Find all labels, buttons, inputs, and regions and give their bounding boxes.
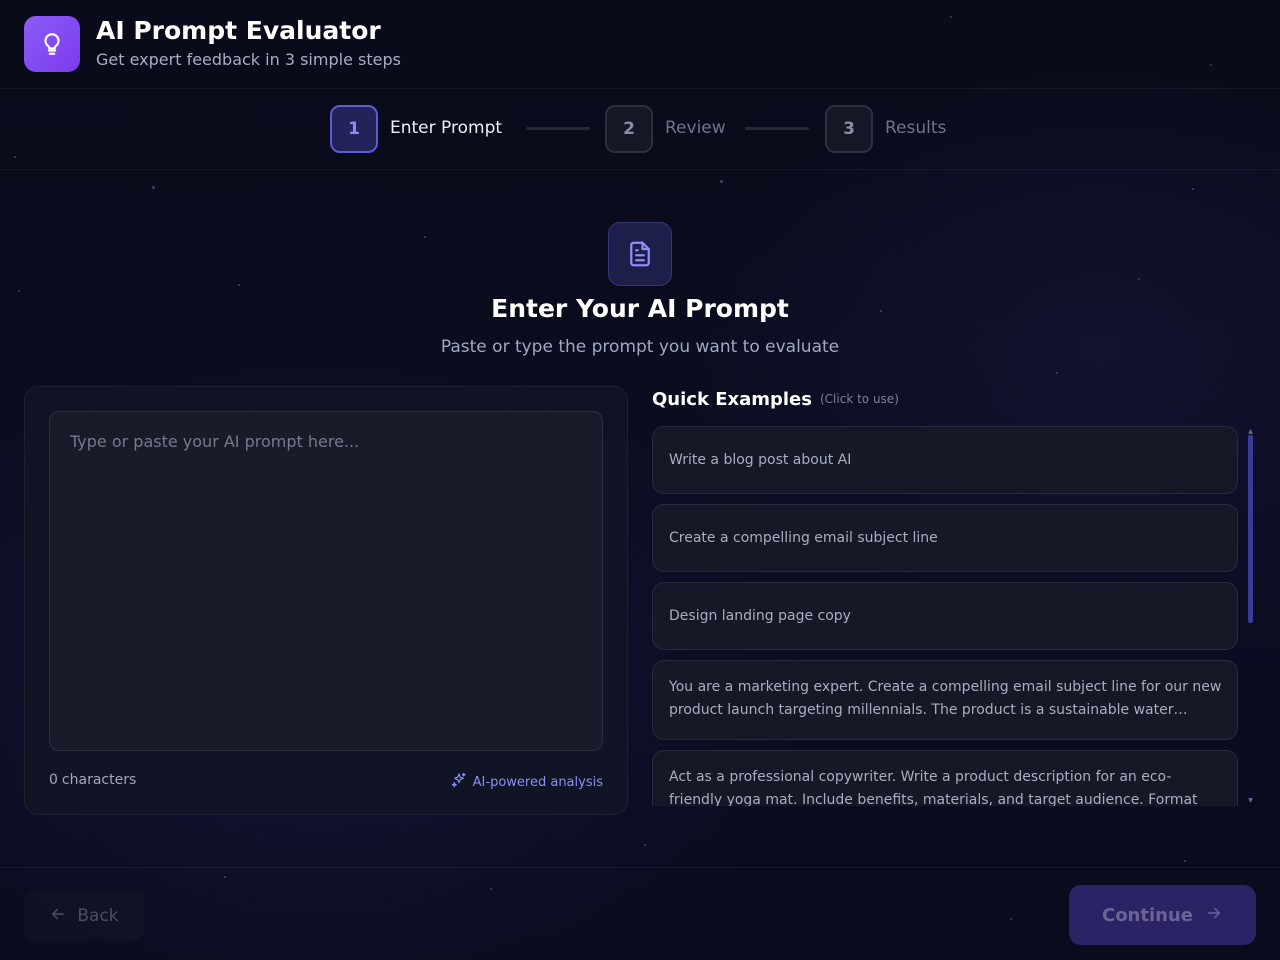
continue-label: Continue bbox=[1101, 904, 1193, 926]
example-card[interactable]: Create a compelling email subject line bbox=[652, 504, 1238, 572]
sparkles-icon bbox=[451, 772, 467, 792]
step-2-number[interactable]: 2 bbox=[605, 105, 653, 153]
stepper: 1 Enter Prompt 2 Review 3 Results bbox=[0, 89, 1280, 170]
example-card[interactable]: Act as a professional copywriter. Write … bbox=[652, 750, 1238, 806]
step-connector bbox=[526, 127, 590, 130]
star bbox=[1138, 278, 1140, 280]
document-icon bbox=[608, 222, 672, 286]
star bbox=[1056, 372, 1058, 374]
star bbox=[1192, 188, 1194, 190]
example-text: Create a compelling email subject line bbox=[669, 530, 938, 546]
example-card[interactable]: Write a blog post about AI bbox=[652, 426, 1238, 494]
star bbox=[238, 284, 240, 286]
star bbox=[720, 180, 723, 183]
app-title: AI Prompt Evaluator bbox=[96, 16, 381, 45]
prompt-input[interactable] bbox=[49, 411, 603, 751]
scroll-down-icon[interactable]: ▼ bbox=[1247, 798, 1254, 804]
example-text: Design landing page copy bbox=[669, 608, 851, 624]
step-1-label[interactable]: Enter Prompt bbox=[390, 118, 502, 138]
step-3-number[interactable]: 3 bbox=[825, 105, 873, 153]
step-connector bbox=[745, 127, 809, 130]
character-count-unit: characters bbox=[61, 772, 137, 788]
character-count: 0 characters bbox=[49, 772, 136, 788]
examples-hint: (Click to use) bbox=[820, 392, 899, 406]
arrow-left-icon bbox=[49, 905, 67, 928]
footer: Back Continue bbox=[0, 867, 1280, 960]
character-count-value: 0 bbox=[49, 772, 58, 788]
star bbox=[18, 290, 20, 292]
back-button[interactable]: Back bbox=[24, 892, 144, 940]
example-text: Write a blog post about AI bbox=[669, 452, 852, 468]
page-title: Enter Your AI Prompt bbox=[491, 294, 789, 323]
example-text: Act as a professional copywriter. Write … bbox=[669, 769, 1198, 806]
example-card[interactable]: You are a marketing expert. Create a com… bbox=[652, 660, 1238, 740]
app-header: AI Prompt Evaluator Get expert feedback … bbox=[0, 0, 1280, 89]
example-text: You are a marketing expert. Create a com… bbox=[669, 679, 1222, 718]
example-card[interactable]: Design landing page copy bbox=[652, 582, 1238, 650]
star bbox=[424, 236, 426, 238]
step-3-label[interactable]: Results bbox=[885, 118, 946, 138]
scrollbar-thumb[interactable] bbox=[1248, 435, 1253, 623]
back-label: Back bbox=[77, 906, 119, 926]
ai-powered-badge: AI-powered analysis bbox=[451, 772, 603, 792]
lightbulb-icon bbox=[24, 16, 80, 72]
examples-scrollbar[interactable]: ▲ ▼ bbox=[1247, 429, 1254, 804]
ai-powered-label: AI-powered analysis bbox=[472, 774, 603, 790]
arrow-right-icon bbox=[1205, 904, 1223, 927]
star bbox=[1184, 860, 1186, 862]
step-1-number[interactable]: 1 bbox=[330, 105, 378, 153]
prompt-panel: 0characters AI-powered analysis bbox=[24, 386, 628, 815]
examples-list: Write a blog post about AI Create a comp… bbox=[652, 426, 1238, 806]
examples-title: Quick Examples bbox=[652, 389, 812, 410]
step-2-label[interactable]: Review bbox=[665, 118, 726, 138]
page-subtitle: Paste or type the prompt you want to eva… bbox=[440, 337, 840, 357]
star bbox=[644, 844, 646, 846]
star bbox=[152, 186, 155, 189]
continue-button[interactable]: Continue bbox=[1069, 885, 1256, 945]
app-subtitle: Get expert feedback in 3 simple steps bbox=[96, 50, 401, 69]
